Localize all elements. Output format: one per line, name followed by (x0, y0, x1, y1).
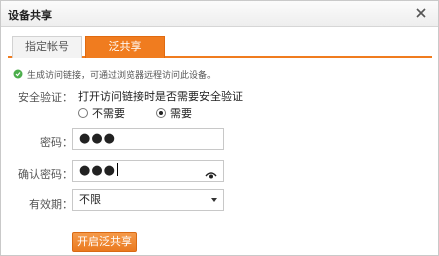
password-field[interactable]: ●●● (72, 128, 224, 150)
tab-label: 泛共享 (108, 40, 142, 53)
validity-select[interactable]: 不限 (72, 189, 224, 211)
password-label: 密码： (40, 136, 73, 149)
security-question: 打开访问链接时是否需要安全验证 (78, 90, 243, 103)
tab-label: 指定帐号 (25, 40, 69, 53)
hint-row: 生成访问链接，可通过浏览器远程访问此设备。 (13, 67, 216, 81)
confirm-password-label: 确认密码： (18, 168, 73, 181)
password-value: ●●● (79, 131, 117, 146)
radio-not-required[interactable]: 不需要 (78, 105, 125, 121)
hint-text: 生成访问链接，可通过浏览器远程访问此设备。 (27, 70, 217, 81)
text-caret (117, 163, 119, 176)
eye-icon[interactable] (205, 167, 217, 179)
radio-label: 需要 (170, 107, 192, 120)
chevron-down-icon (211, 198, 217, 202)
radio-circle (156, 108, 166, 118)
radio-required[interactable]: 需要 (156, 105, 192, 121)
close-icon[interactable] (413, 5, 429, 21)
info-icon (13, 69, 23, 79)
tab-specified-account[interactable]: 指定帐号 (12, 36, 82, 58)
dialog-titlebar: 设备共享 (1, 1, 438, 27)
validity-value: 不限 (79, 193, 101, 206)
dialog-title: 设备共享 (8, 9, 52, 22)
confirm-password-field[interactable]: ●●● (72, 160, 224, 182)
security-label: 安全验证： (18, 91, 73, 104)
device-share-dialog: 设备共享 指定帐号 泛共享 生成访问链接，可通过浏览器远程访问此设备。 安全验证… (0, 0, 439, 256)
radio-circle (78, 108, 88, 118)
radio-label: 不需要 (92, 107, 125, 120)
share-tabs: 指定帐号 泛共享 (8, 36, 432, 58)
enable-share-button[interactable]: 开启泛共享 (72, 232, 137, 252)
confirm-password-value: ●●● (79, 163, 117, 178)
tab-public-share[interactable]: 泛共享 (85, 36, 165, 58)
validity-label: 有效期： (29, 198, 73, 211)
